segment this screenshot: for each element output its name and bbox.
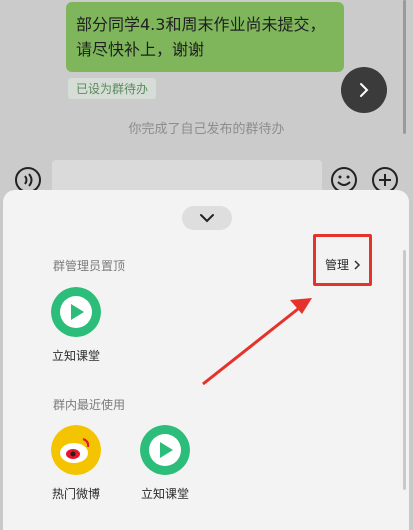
annotation-arrow-icon bbox=[202, 298, 312, 386]
